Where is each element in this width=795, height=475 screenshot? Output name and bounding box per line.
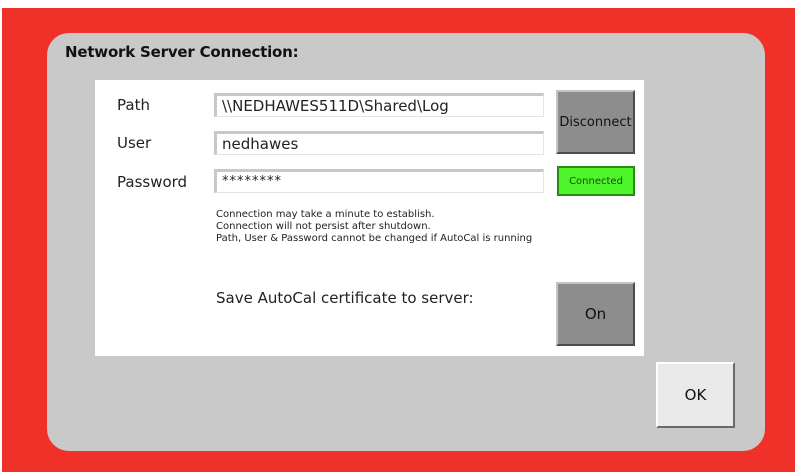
note-line: Connection may take a minute to establis… bbox=[216, 209, 435, 220]
connection-notes: Connection may take a minute to establis… bbox=[216, 209, 532, 245]
certificate-label: Save AutoCal certificate to server: bbox=[216, 289, 474, 307]
certificate-toggle-button[interactable]: On bbox=[556, 282, 635, 346]
ok-button[interactable]: OK bbox=[656, 362, 735, 428]
path-label: Path bbox=[117, 96, 150, 114]
note-line: Path, User & Password cannot be changed … bbox=[216, 233, 533, 244]
user-label: User bbox=[117, 134, 152, 152]
path-field[interactable]: \\NEDHAWES511D\Shared\Log bbox=[214, 93, 544, 117]
disconnect-button[interactable]: Disconnect bbox=[556, 90, 635, 154]
dialog-title: Network Server Connection: bbox=[65, 43, 299, 61]
user-field[interactable]: nedhawes bbox=[214, 131, 544, 155]
password-field[interactable]: ******** bbox=[214, 169, 544, 193]
password-label: Password bbox=[117, 173, 188, 191]
connection-status-badge: Connected bbox=[557, 166, 635, 196]
note-line: Connection will not persist after shutdo… bbox=[216, 221, 431, 232]
